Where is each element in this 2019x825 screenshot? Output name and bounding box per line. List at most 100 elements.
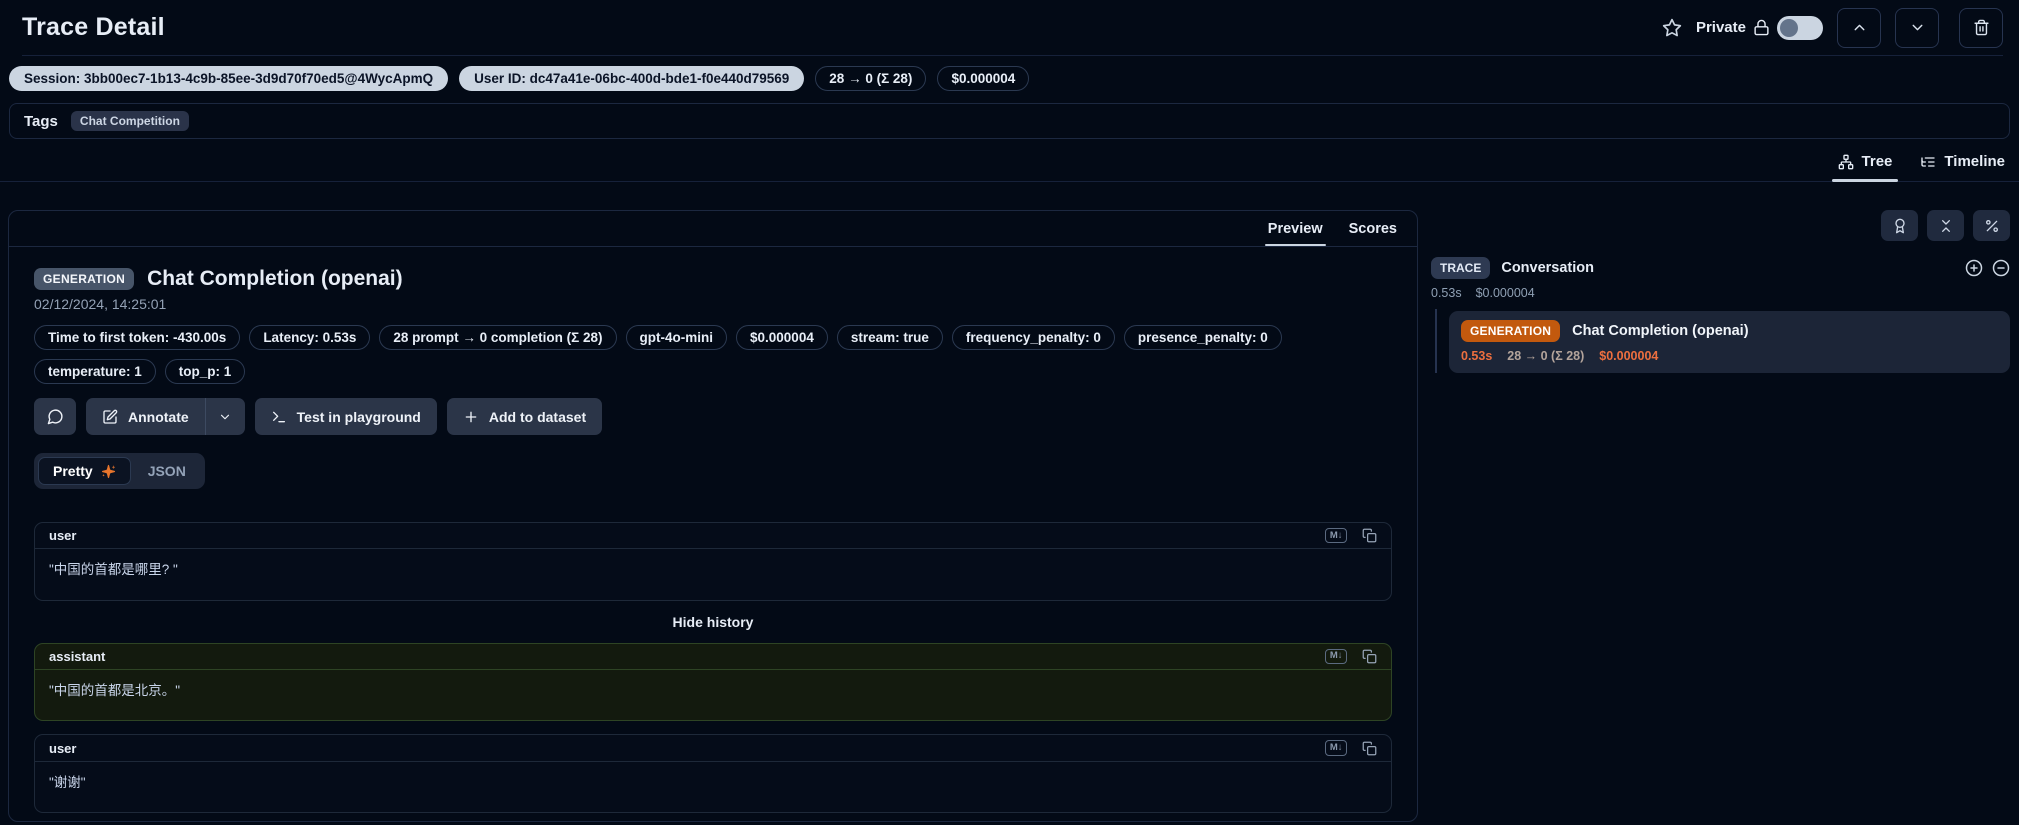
trash-icon (1973, 19, 1990, 36)
expand-all-button[interactable] (1965, 259, 1983, 277)
pretty-label: Pretty (53, 463, 93, 479)
trace-tree-sidebar: TRACE Conversation 0.53s (1418, 210, 2010, 373)
test-in-playground-button[interactable]: Test in playground (255, 398, 437, 435)
tab-tree-label: Tree (1862, 153, 1893, 170)
delete-trace-button[interactable] (1959, 8, 2003, 48)
plus-icon (463, 409, 479, 425)
action-buttons: Annotate Test in playground (34, 398, 1392, 435)
session-badge[interactable]: Session: 3bb00ec7-1b13-4c9b-85ee-3d9d70f… (9, 66, 448, 91)
chevron-down-icon (218, 410, 232, 424)
badge-time-to-first-token: Time to first token: -430.00s (34, 325, 240, 350)
markdown-icon[interactable]: M↓ (1325, 740, 1347, 755)
tab-timeline[interactable]: Timeline (1920, 153, 2005, 181)
badge-top-p: top_p: 1 (165, 359, 246, 384)
trace-metrics: 0.53s $0.000004 (1431, 286, 2010, 300)
message-content: "中国的首都是哪里? " (35, 549, 1391, 599)
next-trace-button[interactable] (1895, 8, 1939, 48)
public-toggle[interactable] (1777, 16, 1823, 40)
chevron-down-icon (1909, 19, 1926, 36)
previous-trace-button[interactable] (1837, 8, 1881, 48)
trace-meta-row: Session: 3bb00ec7-1b13-4c9b-85ee-3d9d70f… (0, 56, 2019, 91)
toggle-knob (1780, 19, 1798, 37)
copy-icon (1362, 528, 1377, 543)
scores-toggle-button[interactable] (1881, 210, 1918, 241)
message-header: assistant M↓ (35, 644, 1391, 670)
tags-label: Tags (24, 113, 58, 130)
comments-button[interactable] (34, 398, 76, 435)
add-to-dataset-label: Add to dataset (489, 409, 586, 425)
message-user-1: user M↓ "中国的首都是哪里? " (34, 522, 1392, 601)
markdown-icon[interactable]: M↓ (1325, 528, 1347, 543)
badge-stream: stream: true (837, 325, 943, 350)
metrics-toggle-button[interactable] (1973, 210, 2010, 241)
tab-timeline-label: Timeline (1944, 153, 2005, 170)
message-role: assistant (49, 649, 105, 664)
trace-root-row[interactable]: TRACE Conversation (1431, 257, 2010, 279)
user-id-badge[interactable]: User ID: dc47a41e-06bc-400d-bde1-f0e440d… (459, 66, 804, 91)
playground-label: Test in playground (297, 409, 421, 425)
messages-list: user M↓ "中国的首都是哪里? " Hide history (34, 522, 1392, 813)
tags-container: Tags Chat Competition (9, 103, 2010, 139)
generation-badge: GENERATION (1461, 320, 1560, 342)
hide-history-button[interactable]: Hide history (34, 614, 1392, 630)
badge-frequency-penalty: frequency_penalty: 0 (952, 325, 1115, 350)
message-role: user (49, 741, 76, 756)
format-json-button[interactable]: JSON (133, 457, 201, 485)
collapse-node-button[interactable] (1992, 259, 2010, 277)
terminal-icon (271, 409, 287, 425)
copy-button[interactable] (1362, 649, 1377, 664)
node-tokens: 28 → 0 (Σ 28) (1507, 349, 1584, 363)
tag-chat-competition[interactable]: Chat Competition (71, 111, 189, 131)
annotate-button[interactable]: Annotate (86, 398, 205, 435)
message-user-2: user M↓ "谢谢" (34, 734, 1392, 813)
message-header: user M↓ (35, 735, 1391, 761)
message-tools: M↓ (1325, 649, 1377, 664)
tree-children: GENERATION Chat Completion (openai) 0.53… (1431, 311, 2010, 373)
trace-title: Conversation (1501, 260, 1594, 276)
collapse-all-button[interactable] (1927, 210, 1964, 241)
bookmark-star-button[interactable] (1662, 18, 1682, 38)
message-role: user (49, 528, 76, 543)
format-pretty-button[interactable]: Pretty (38, 457, 131, 485)
annotate-dropdown-button[interactable] (205, 398, 245, 435)
message-content: "中国的首都是北京。" (35, 670, 1391, 720)
collapse-icon (1938, 218, 1954, 234)
tree-icon (1838, 154, 1854, 170)
node-metrics: 0.53s 28 → 0 (Σ 28) $0.000004 (1461, 349, 1998, 363)
trace-cost-badge: $0.000004 (937, 66, 1029, 91)
tab-preview[interactable]: Preview (1268, 211, 1323, 246)
message-spacer (34, 721, 1392, 734)
annotate-split-button: Annotate (86, 398, 245, 435)
message-assistant-1: assistant M↓ "中国的首都是北京。" (34, 643, 1392, 722)
plus-circle-icon (1965, 259, 1983, 277)
markdown-icon[interactable]: M↓ (1325, 649, 1347, 664)
observation-title-row: GENERATION Chat Completion (openai) (34, 267, 1392, 291)
trace-latency: 0.53s (1431, 286, 1462, 300)
annotate-label: Annotate (128, 409, 189, 425)
badge-model[interactable]: gpt-4o-mini (626, 325, 728, 350)
badge-presence-penalty: presence_penalty: 0 (1124, 325, 1282, 350)
observation-timestamp: 02/12/2024, 14:25:01 (34, 296, 1392, 312)
panel-body: GENERATION Chat Completion (openai) 02/1… (9, 247, 1417, 821)
observation-panel: Preview Scores GENERATION Chat Completio… (8, 210, 1418, 822)
trace-cost: $0.000004 (1476, 286, 1535, 300)
lock-icon (1753, 19, 1770, 36)
tab-tree[interactable]: Tree (1838, 153, 1893, 181)
badge-cost: $0.000004 (736, 325, 828, 350)
timeline-icon (1920, 154, 1936, 170)
edit-icon (102, 409, 118, 425)
badge-token-usage: 28 prompt → 0 completion (Σ 28) (379, 325, 616, 350)
message-tools: M↓ (1325, 740, 1377, 755)
tab-scores[interactable]: Scores (1349, 211, 1397, 246)
trace-badge: TRACE (1431, 257, 1490, 279)
page-title: Trace Detail (22, 13, 165, 42)
view-switcher: Tree Timeline (0, 147, 2019, 182)
privacy-label: Private (1696, 19, 1746, 36)
generation-node-selected[interactable]: GENERATION Chat Completion (openai) 0.53… (1449, 311, 2010, 373)
sparkles-icon (101, 464, 116, 479)
content-columns: Preview Scores GENERATION Chat Completio… (0, 210, 2019, 822)
copy-button[interactable] (1362, 528, 1377, 543)
add-to-dataset-button[interactable]: Add to dataset (447, 398, 602, 435)
copy-button[interactable] (1362, 741, 1377, 756)
minus-circle-icon (1992, 259, 2010, 277)
